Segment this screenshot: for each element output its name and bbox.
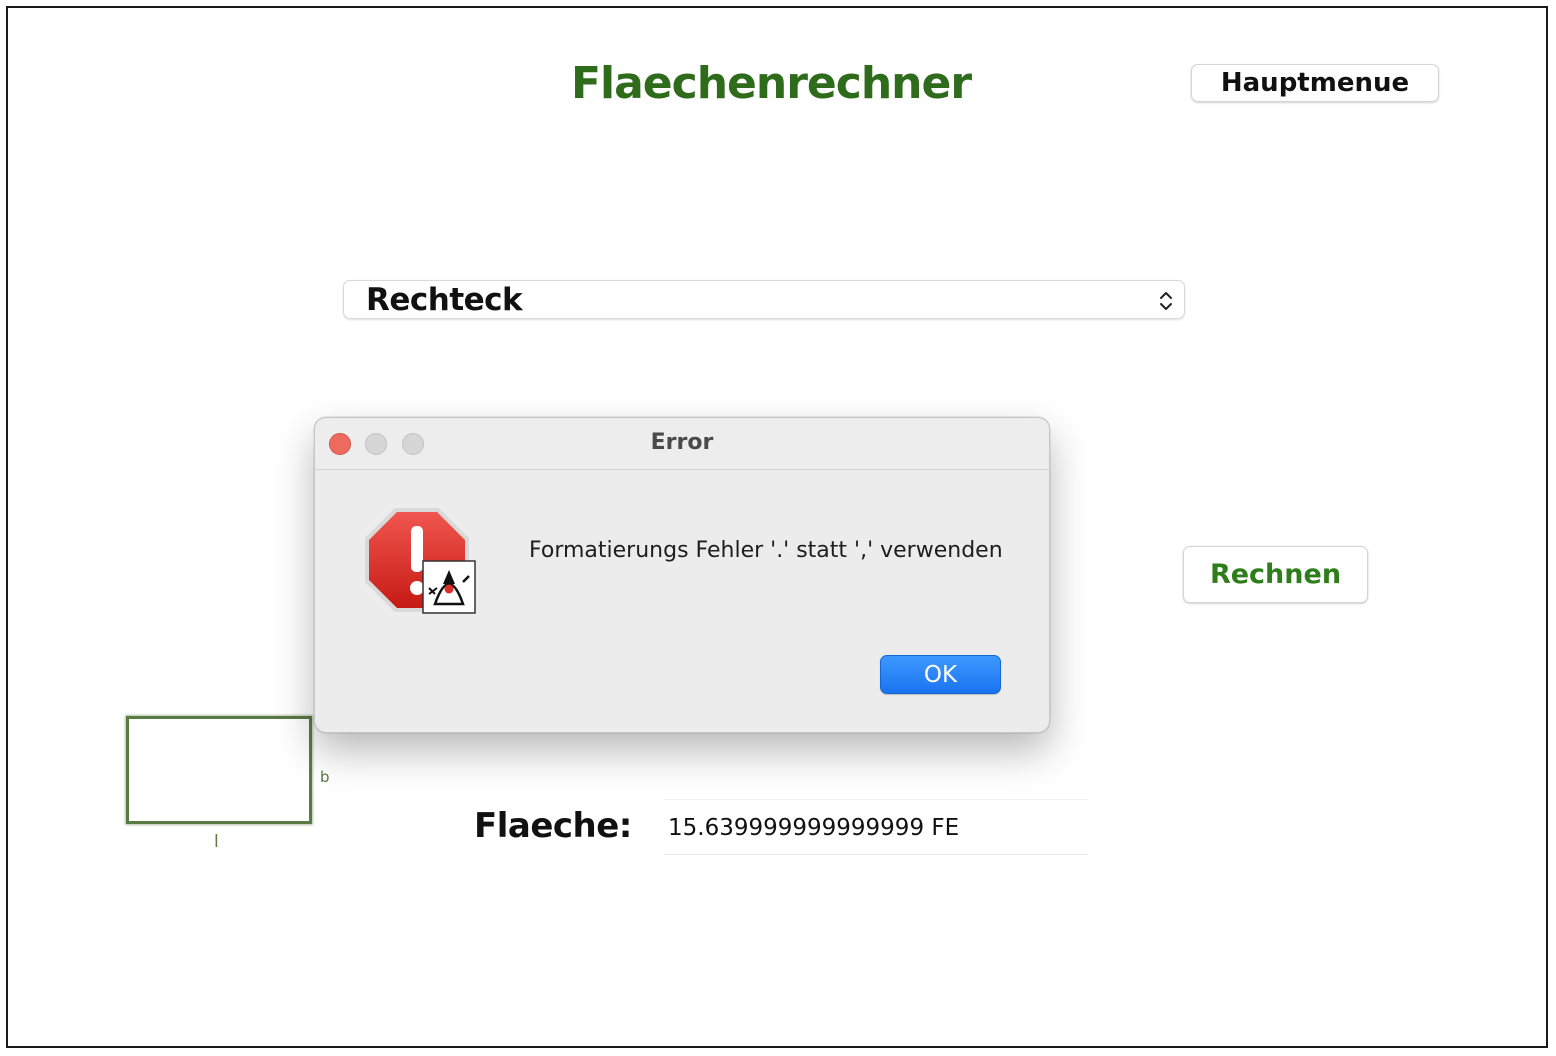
rectangle-preview: b l — [126, 716, 341, 861]
main-menu-button[interactable]: Hauptmenue — [1191, 64, 1439, 102]
error-dialog: Error Formatierungs Fehler '.' statt ','… — [314, 417, 1050, 733]
ok-button[interactable]: OK — [880, 655, 1001, 694]
dialog-titlebar: Error — [315, 418, 1049, 470]
rectangle-shape — [126, 716, 312, 824]
dialog-title: Error — [650, 430, 714, 455]
java-stop-error-icon — [365, 508, 476, 614]
area-label: Flaeche: — [474, 806, 632, 846]
compute-button[interactable]: Rechnen — [1183, 546, 1368, 603]
shape-select-value: Rechteck — [366, 282, 523, 318]
app-window: Flaechenrechner Hauptmenue Rechteck Rech… — [6, 6, 1548, 1048]
area-result-value: 15.639999999999999 FE — [668, 815, 960, 841]
side-l-label: l — [214, 832, 219, 852]
shape-select[interactable]: Rechteck — [343, 280, 1185, 319]
up-down-chevron-icon — [1160, 292, 1172, 310]
side-b-label: b — [320, 768, 330, 786]
error-message: Formatierungs Fehler '.' statt ',' verwe… — [529, 538, 1003, 563]
area-result-field: 15.639999999999999 FE — [664, 799, 1088, 855]
